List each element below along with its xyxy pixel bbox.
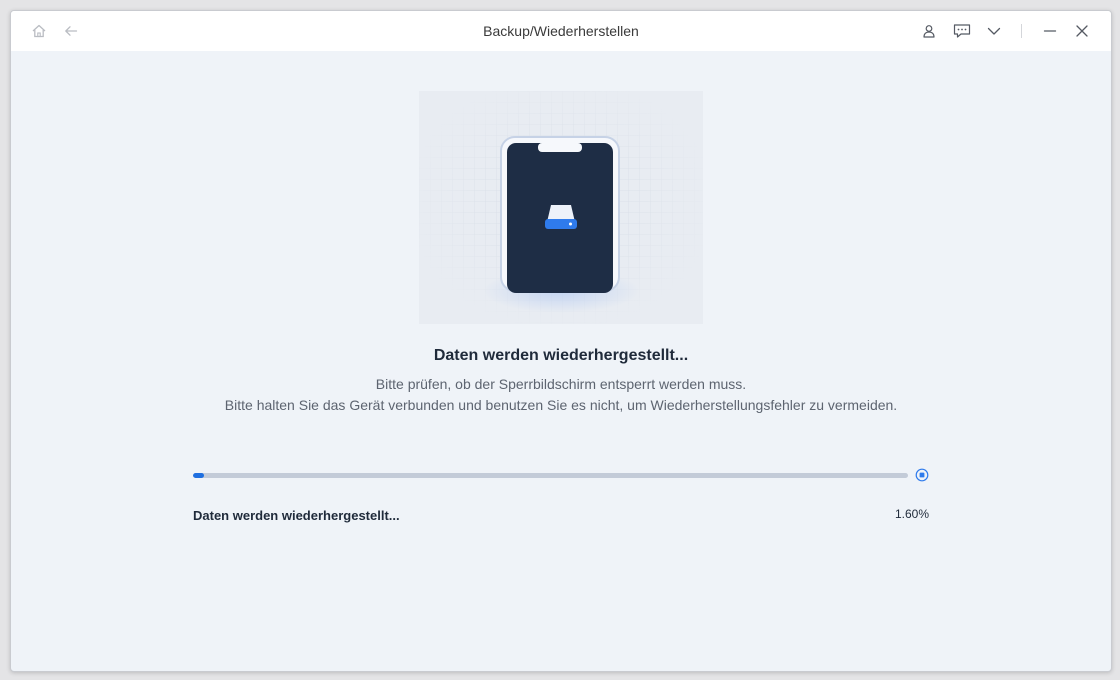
stop-button[interactable] bbox=[915, 468, 929, 482]
progress-bar-fill bbox=[193, 473, 205, 478]
description-line-2: Bitte halten Sie das Gerät verbunden und… bbox=[224, 397, 898, 413]
chevron-down-icon[interactable] bbox=[984, 21, 1004, 41]
description-line-1: Bitte prüfen, ob der Sperrbildschirm ent… bbox=[375, 376, 747, 392]
user-icon[interactable] bbox=[919, 21, 939, 41]
progress-status-label: Daten werden wiederhergestellt... bbox=[193, 508, 400, 523]
title-bar: Backup/Wiederherstellen bbox=[11, 11, 1111, 51]
page-heading: Daten werden wiederhergestellt... bbox=[433, 347, 689, 364]
feedback-chat-icon[interactable] bbox=[952, 21, 972, 41]
progress-bar bbox=[193, 473, 908, 478]
window-title: Backup/Wiederherstellen bbox=[483, 23, 639, 39]
titlebar-divider bbox=[1021, 24, 1022, 38]
close-icon[interactable] bbox=[1072, 21, 1092, 41]
app-window: Backup/Wiederherstellen Daten werden wie… bbox=[10, 10, 1112, 672]
device-illustration bbox=[419, 91, 703, 324]
minimize-icon[interactable] bbox=[1040, 21, 1060, 41]
stop-icon bbox=[915, 468, 929, 482]
progress-percent-label: 1.60% bbox=[894, 507, 929, 521]
